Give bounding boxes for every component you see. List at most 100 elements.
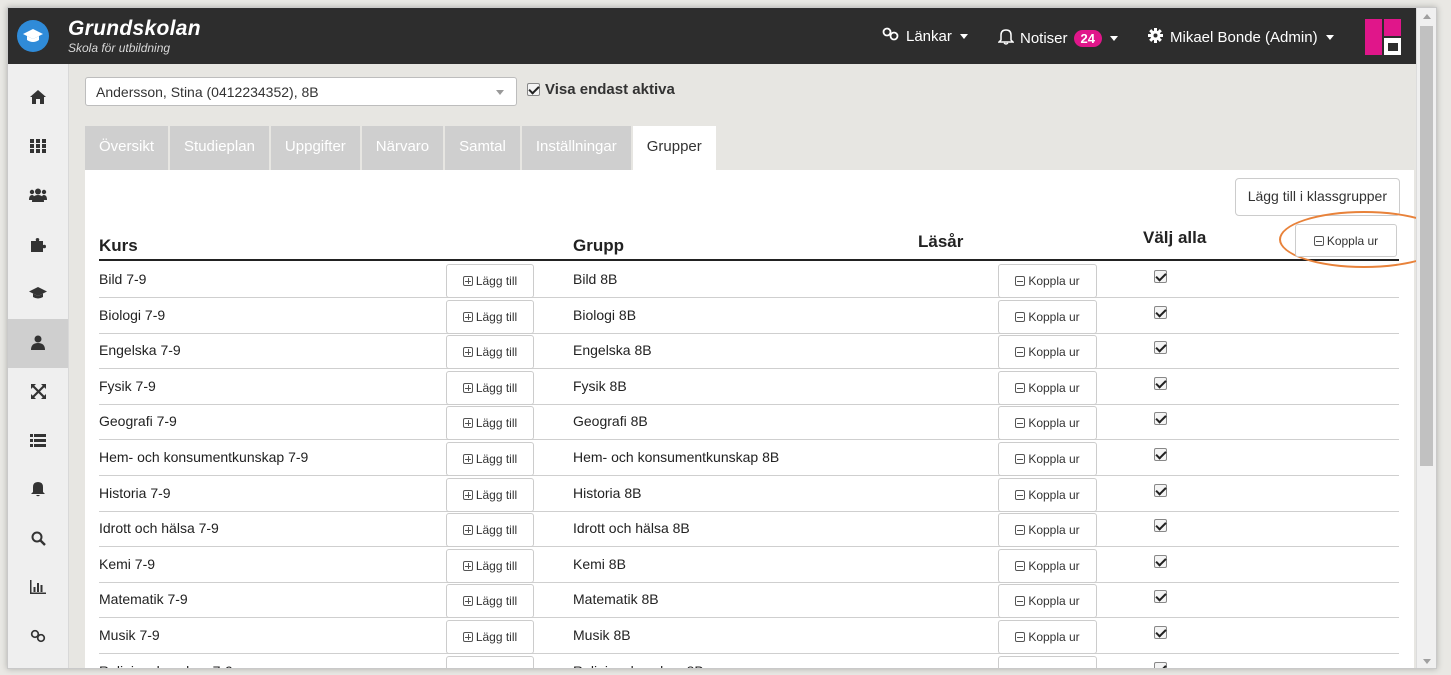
sidebar-item-education[interactable] xyxy=(8,270,68,319)
user-menu[interactable]: Mikael Bonde (Admin) xyxy=(1147,27,1334,48)
add-group-button[interactable]: Lägg till xyxy=(446,442,534,476)
detach-group-button[interactable]: Koppla ur xyxy=(998,548,1097,583)
group-name: Bild 8B xyxy=(573,271,618,287)
detach-group-button[interactable]: Koppla ur xyxy=(998,620,1097,654)
add-label: Lägg till xyxy=(475,274,518,288)
column-header-course: Kurs xyxy=(99,236,138,255)
row-select-checkbox[interactable] xyxy=(1154,519,1167,533)
table-row: Matematik 7-9 Lägg till Matematik 8B Koppla… xyxy=(99,583,1399,619)
active-only-filter[interactable]: Visa endast aktiva xyxy=(527,81,675,98)
search-icon xyxy=(31,531,46,549)
detach-group-button[interactable]: Koppla ur xyxy=(998,442,1097,476)
detach-label: Koppla ur xyxy=(1028,345,1080,360)
link-icon xyxy=(30,629,46,646)
row-select-checkbox[interactable] xyxy=(1154,590,1167,604)
plus-square-icon xyxy=(462,632,473,642)
school-logo[interactable] xyxy=(1365,19,1401,55)
add-group-button[interactable]: Lägg till xyxy=(446,513,534,548)
add-group-button[interactable]: Lägg till xyxy=(446,548,534,583)
detach-group-button[interactable]: Koppla ur xyxy=(998,655,1097,668)
row-select-checkbox[interactable] xyxy=(1154,661,1167,668)
sidebar-item-apps[interactable] xyxy=(8,123,68,172)
detach-group-button[interactable]: Koppla ur xyxy=(998,584,1097,619)
course-name: Idrott och hälsa 7-9 xyxy=(99,520,219,537)
add-group-button[interactable]: Lägg till xyxy=(446,335,534,370)
sidebar-item-expand[interactable] xyxy=(8,368,68,417)
add-label: Lägg till xyxy=(475,487,518,502)
row-select-checkbox[interactable] xyxy=(1154,412,1167,426)
sidebar-item-student[interactable] xyxy=(8,319,68,368)
detach-group-button[interactable]: Koppla ur xyxy=(998,513,1097,548)
sidebar-item-links[interactable] xyxy=(8,613,68,662)
detach-group-button[interactable]: Koppla ur xyxy=(998,406,1097,441)
plus-square-icon xyxy=(462,560,473,571)
groups-panel: Lägg till i klassgrupper Kurs Grupp Läså… xyxy=(85,170,1436,668)
tab-narvaro[interactable]: Närvaro xyxy=(361,126,444,170)
scroll-down-icon[interactable] xyxy=(1423,659,1431,664)
scroll-up-icon[interactable] xyxy=(1423,14,1431,19)
group-name: Historia 8B xyxy=(573,484,642,501)
tab-studieplan[interactable]: Studieplan xyxy=(170,126,269,170)
table-header: Kurs Grupp Läsår Välj alla Koppla ur xyxy=(99,211,1436,268)
group-name: Hem- och konsumentkunskap 8B xyxy=(573,449,780,465)
sidebar-item-statistics[interactable] xyxy=(8,564,68,613)
notifications-menu[interactable]: Notiser 24 xyxy=(997,27,1118,49)
row-select-checkbox[interactable] xyxy=(1154,554,1167,568)
sidebar-item-modules[interactable] xyxy=(8,221,68,270)
student-select[interactable]: Andersson, Stina (0412234352), 8B xyxy=(85,77,517,106)
row-select-checkbox[interactable] xyxy=(1154,305,1167,319)
course-name: Religionskunskap 7-9 xyxy=(99,663,233,668)
table-row: Geografi 7-9 Lägg till Geografi 8B Koppla u… xyxy=(99,405,1399,441)
tab-grupper[interactable]: Grupper xyxy=(632,126,716,171)
group-name: Engelska 8B xyxy=(573,342,652,359)
detach-group-button[interactable]: Koppla ur xyxy=(998,370,1097,405)
table-row: Bild 7-9 Lägg till Bild 8B Koppla ur xyxy=(99,263,1399,298)
add-group-button[interactable]: Lägg till xyxy=(446,264,534,298)
links-menu[interactable]: Länkar xyxy=(882,27,968,45)
row-select-checkbox[interactable] xyxy=(1154,376,1167,390)
add-group-button[interactable]: Lägg till xyxy=(446,299,534,334)
detach-group-button[interactable]: Koppla ur xyxy=(998,264,1097,298)
plus-square-icon xyxy=(462,525,473,536)
add-group-button[interactable]: Lägg till xyxy=(446,655,534,668)
row-select-checkbox[interactable] xyxy=(1154,341,1167,355)
bulk-detach-button[interactable]: Koppla ur xyxy=(1295,224,1397,257)
row-select-checkbox[interactable] xyxy=(1154,270,1167,283)
tab-uppgifter[interactable]: Uppgifter xyxy=(270,126,360,170)
course-name: Historia 7-9 xyxy=(99,484,171,501)
chevron-down-icon xyxy=(496,90,504,95)
add-group-button[interactable]: Lägg till xyxy=(446,477,534,512)
graduation-cap-logo-icon[interactable] xyxy=(17,20,49,52)
minus-square-icon xyxy=(1015,276,1026,286)
minus-square-icon xyxy=(1015,311,1026,322)
course-name: Hem- och konsumentkunskap 7-9 xyxy=(99,449,309,465)
column-header-school-year: Läsår xyxy=(918,232,964,251)
tab-oversikt[interactable]: Översikt xyxy=(85,126,169,170)
add-label: Lägg till xyxy=(475,558,518,573)
detach-group-button[interactable]: Koppla ur xyxy=(998,477,1097,512)
select-all-label[interactable]: Välj alla xyxy=(1143,228,1206,248)
detach-group-button[interactable]: Koppla ur xyxy=(998,299,1097,334)
sidebar-item-home[interactable] xyxy=(8,74,68,123)
sidebar-item-groups[interactable] xyxy=(8,172,68,221)
add-group-button[interactable]: Lägg till xyxy=(446,584,534,619)
sidebar-item-lists[interactable] xyxy=(8,417,68,466)
add-group-button[interactable]: Lägg till xyxy=(446,620,534,654)
minus-square-icon xyxy=(1015,418,1026,429)
row-select-checkbox[interactable] xyxy=(1154,483,1167,497)
detach-group-button[interactable]: Koppla ur xyxy=(998,335,1097,370)
tab-samtal[interactable]: Samtal xyxy=(445,126,520,170)
add-group-button[interactable]: Lägg till xyxy=(446,406,534,441)
sidebar-item-notifications[interactable] xyxy=(8,466,68,515)
active-only-checkbox[interactable] xyxy=(527,83,540,96)
vertical-scrollbar[interactable] xyxy=(1416,8,1436,668)
student-select-value: Andersson, Stina (0412234352), 8B xyxy=(96,84,319,100)
row-select-checkbox[interactable] xyxy=(1154,626,1167,639)
add-group-button[interactable]: Lägg till xyxy=(446,370,534,405)
tab-installningar[interactable]: Inställningar xyxy=(521,126,631,170)
brand-title[interactable]: Grundskolan xyxy=(68,17,201,41)
table-row: Historia 7-9 Lägg till Historia 8B Koppla u… xyxy=(99,477,1399,512)
row-select-checkbox[interactable] xyxy=(1154,448,1167,461)
scrollbar-thumb[interactable] xyxy=(1420,26,1433,466)
sidebar-item-search[interactable] xyxy=(8,515,68,564)
